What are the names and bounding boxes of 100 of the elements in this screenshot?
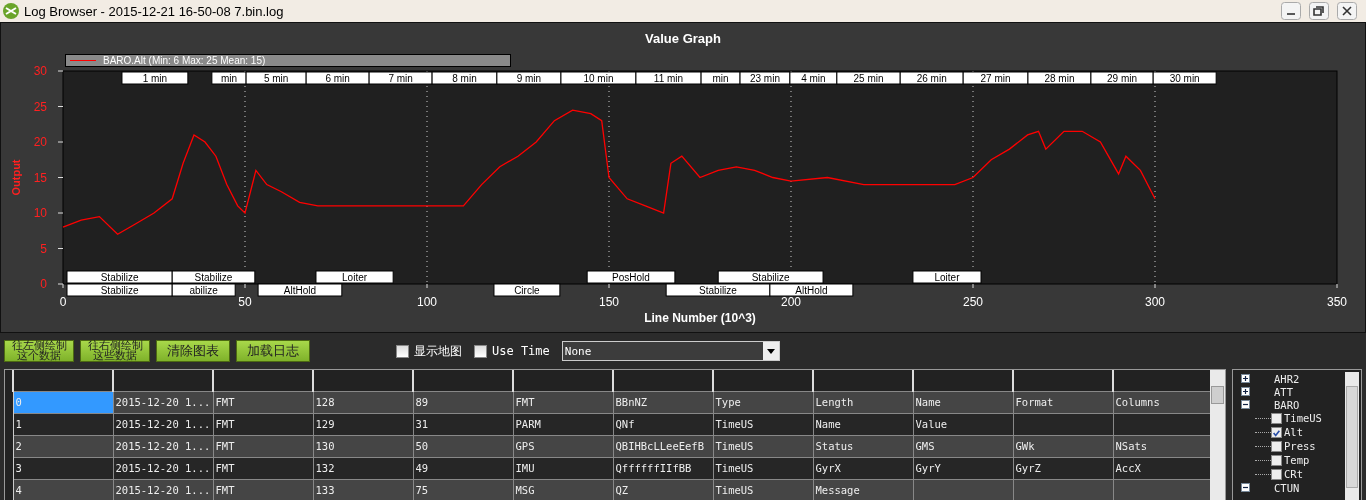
time-marker: min (211, 71, 247, 85)
y-axis-label: 20 (33, 135, 47, 149)
time-marker: 29 min (1090, 71, 1154, 85)
x-axis-label: 250 (963, 295, 983, 309)
time-marker: 11 min (635, 71, 702, 85)
time-marker: 7 min (368, 71, 433, 85)
x-axis-tick (1336, 283, 1338, 289)
x-axis-tick (426, 283, 428, 289)
tree-item[interactable]: BARO (1274, 398, 1300, 411)
time-marker: 10 min (560, 71, 637, 85)
table-cell: Columns (1113, 391, 1213, 413)
table-cell: Length (813, 391, 913, 413)
checkbox[interactable] (1271, 468, 1282, 480)
table-cell: 89 (413, 391, 513, 413)
x-axis-label: 200 (781, 295, 801, 309)
tree-item[interactable]: Press (1284, 440, 1316, 452)
checkbox[interactable] (1271, 412, 1282, 424)
tree-item[interactable]: AHR2 (1274, 372, 1300, 385)
row-header[interactable] (5, 479, 13, 500)
checkbox[interactable] (1271, 454, 1282, 466)
time-marker: 9 min (496, 71, 562, 85)
time-marker: 26 min (899, 71, 964, 85)
flight-mode-marker: Loiter (912, 270, 982, 284)
minimize-button[interactable] (1278, 2, 1304, 20)
flight-mode-marker: abilize (171, 283, 236, 297)
table-cell: 128 (313, 391, 413, 413)
y-axis-title: Output (10, 159, 22, 196)
tree-item[interactable]: ATT (1274, 385, 1293, 398)
x-axis-label: 300 (1145, 295, 1165, 309)
time-marker: 25 min (836, 71, 901, 85)
action-button[interactable]: 往右侧绘制 这些数据 (80, 340, 150, 362)
tree-item[interactable]: CTUN (1274, 481, 1300, 494)
time-marker: 28 min (1027, 71, 1092, 85)
checkbox[interactable] (1271, 426, 1282, 438)
x-axis-tick (608, 283, 610, 289)
x-axis-label: 50 (238, 295, 252, 309)
y-axis-label: 30 (33, 64, 47, 78)
x-axis-tick (244, 283, 246, 289)
checkbox-label: 显示地图 (414, 342, 462, 360)
expand-icon[interactable] (1241, 374, 1250, 383)
tree-item[interactable]: Temp (1284, 454, 1310, 466)
y-axis-label: 15 (33, 170, 47, 185)
flight-mode-marker: Stabilize (66, 270, 173, 284)
table-cell: Type (713, 391, 813, 413)
x-axis-label: 350 (1327, 295, 1347, 309)
time-marker: 8 min (431, 71, 498, 85)
tree-item[interactable]: CRt (1284, 468, 1303, 480)
x-axis-label: 150 (599, 295, 619, 309)
x-axis-label: 0 (59, 295, 67, 309)
legend-label: BARO.Alt (Min: 6 Max: 25 Mean: 15) (103, 55, 266, 66)
x-axis-label: 100 (417, 295, 437, 309)
expand-icon[interactable] (1241, 387, 1250, 396)
table-cell: Name (913, 391, 1013, 413)
collapse-icon[interactable] (1241, 400, 1250, 409)
y-axis-label: 5 (40, 241, 47, 256)
close-button[interactable] (1334, 2, 1360, 20)
time-marker: 4 min (789, 71, 838, 85)
action-button[interactable]: 加载日志 (236, 340, 310, 362)
action-button[interactable]: 清除图表 (156, 340, 230, 362)
window-title: Log Browser - 2015-12-21 16-50-08 7.bin.log (24, 3, 284, 19)
tree-item[interactable]: Alt (1284, 426, 1303, 438)
flight-mode-marker: PosHold (586, 270, 676, 284)
time-marker: 23 min (739, 71, 791, 85)
flight-mode-marker: AltHold (257, 283, 343, 297)
x-axis-tick (972, 283, 974, 289)
table-cell: Format (1013, 391, 1113, 413)
x-axis-tick (62, 283, 64, 289)
tree-item[interactable]: TimeUS (1284, 412, 1322, 424)
checkbox[interactable] (396, 344, 409, 358)
x-axis-title: Line Number (10^3) (644, 311, 756, 325)
y-axis-label: 0 (40, 277, 47, 291)
scrollbar[interactable] (1210, 370, 1225, 500)
chart-title: Value Graph (645, 31, 721, 46)
time-marker: 1 min (121, 71, 189, 85)
collapse-icon[interactable] (1241, 483, 1250, 492)
flight-mode-marker: Stabilize (171, 270, 256, 284)
checkbox[interactable] (474, 344, 487, 358)
restore-button[interactable] (1306, 2, 1332, 20)
time-marker: 30 min (1152, 71, 1217, 85)
flight-mode-marker: AltHold (769, 283, 854, 297)
legend-line-icon (70, 60, 96, 61)
flight-mode-marker: Stabilize (665, 283, 771, 297)
time-marker: min (700, 71, 741, 85)
time-marker: 27 min (962, 71, 1029, 85)
column-header[interactable] (1113, 370, 1213, 391)
scrollbar[interactable] (1345, 372, 1359, 500)
table-cell: 2015-12-20 1... (113, 391, 213, 413)
dropdown-field[interactable]: None (561, 341, 780, 361)
table-cell: 0 (13, 391, 113, 413)
y-axis-label: 25 (33, 99, 47, 114)
checkbox-label: Use Time (492, 344, 550, 358)
flight-mode-marker: Stabilize (717, 270, 824, 284)
flight-mode-marker: Stabilize (66, 283, 173, 297)
action-button[interactable]: 往左侧绘制 这个数据 (4, 340, 74, 362)
y-axis-label: 10 (33, 206, 47, 220)
table-cell: FMT (513, 391, 613, 413)
time-marker: 5 min (245, 71, 307, 85)
flight-mode-marker: Circle (493, 283, 561, 297)
table-cell: BBnNZ (613, 391, 713, 413)
checkbox[interactable] (1271, 440, 1282, 452)
